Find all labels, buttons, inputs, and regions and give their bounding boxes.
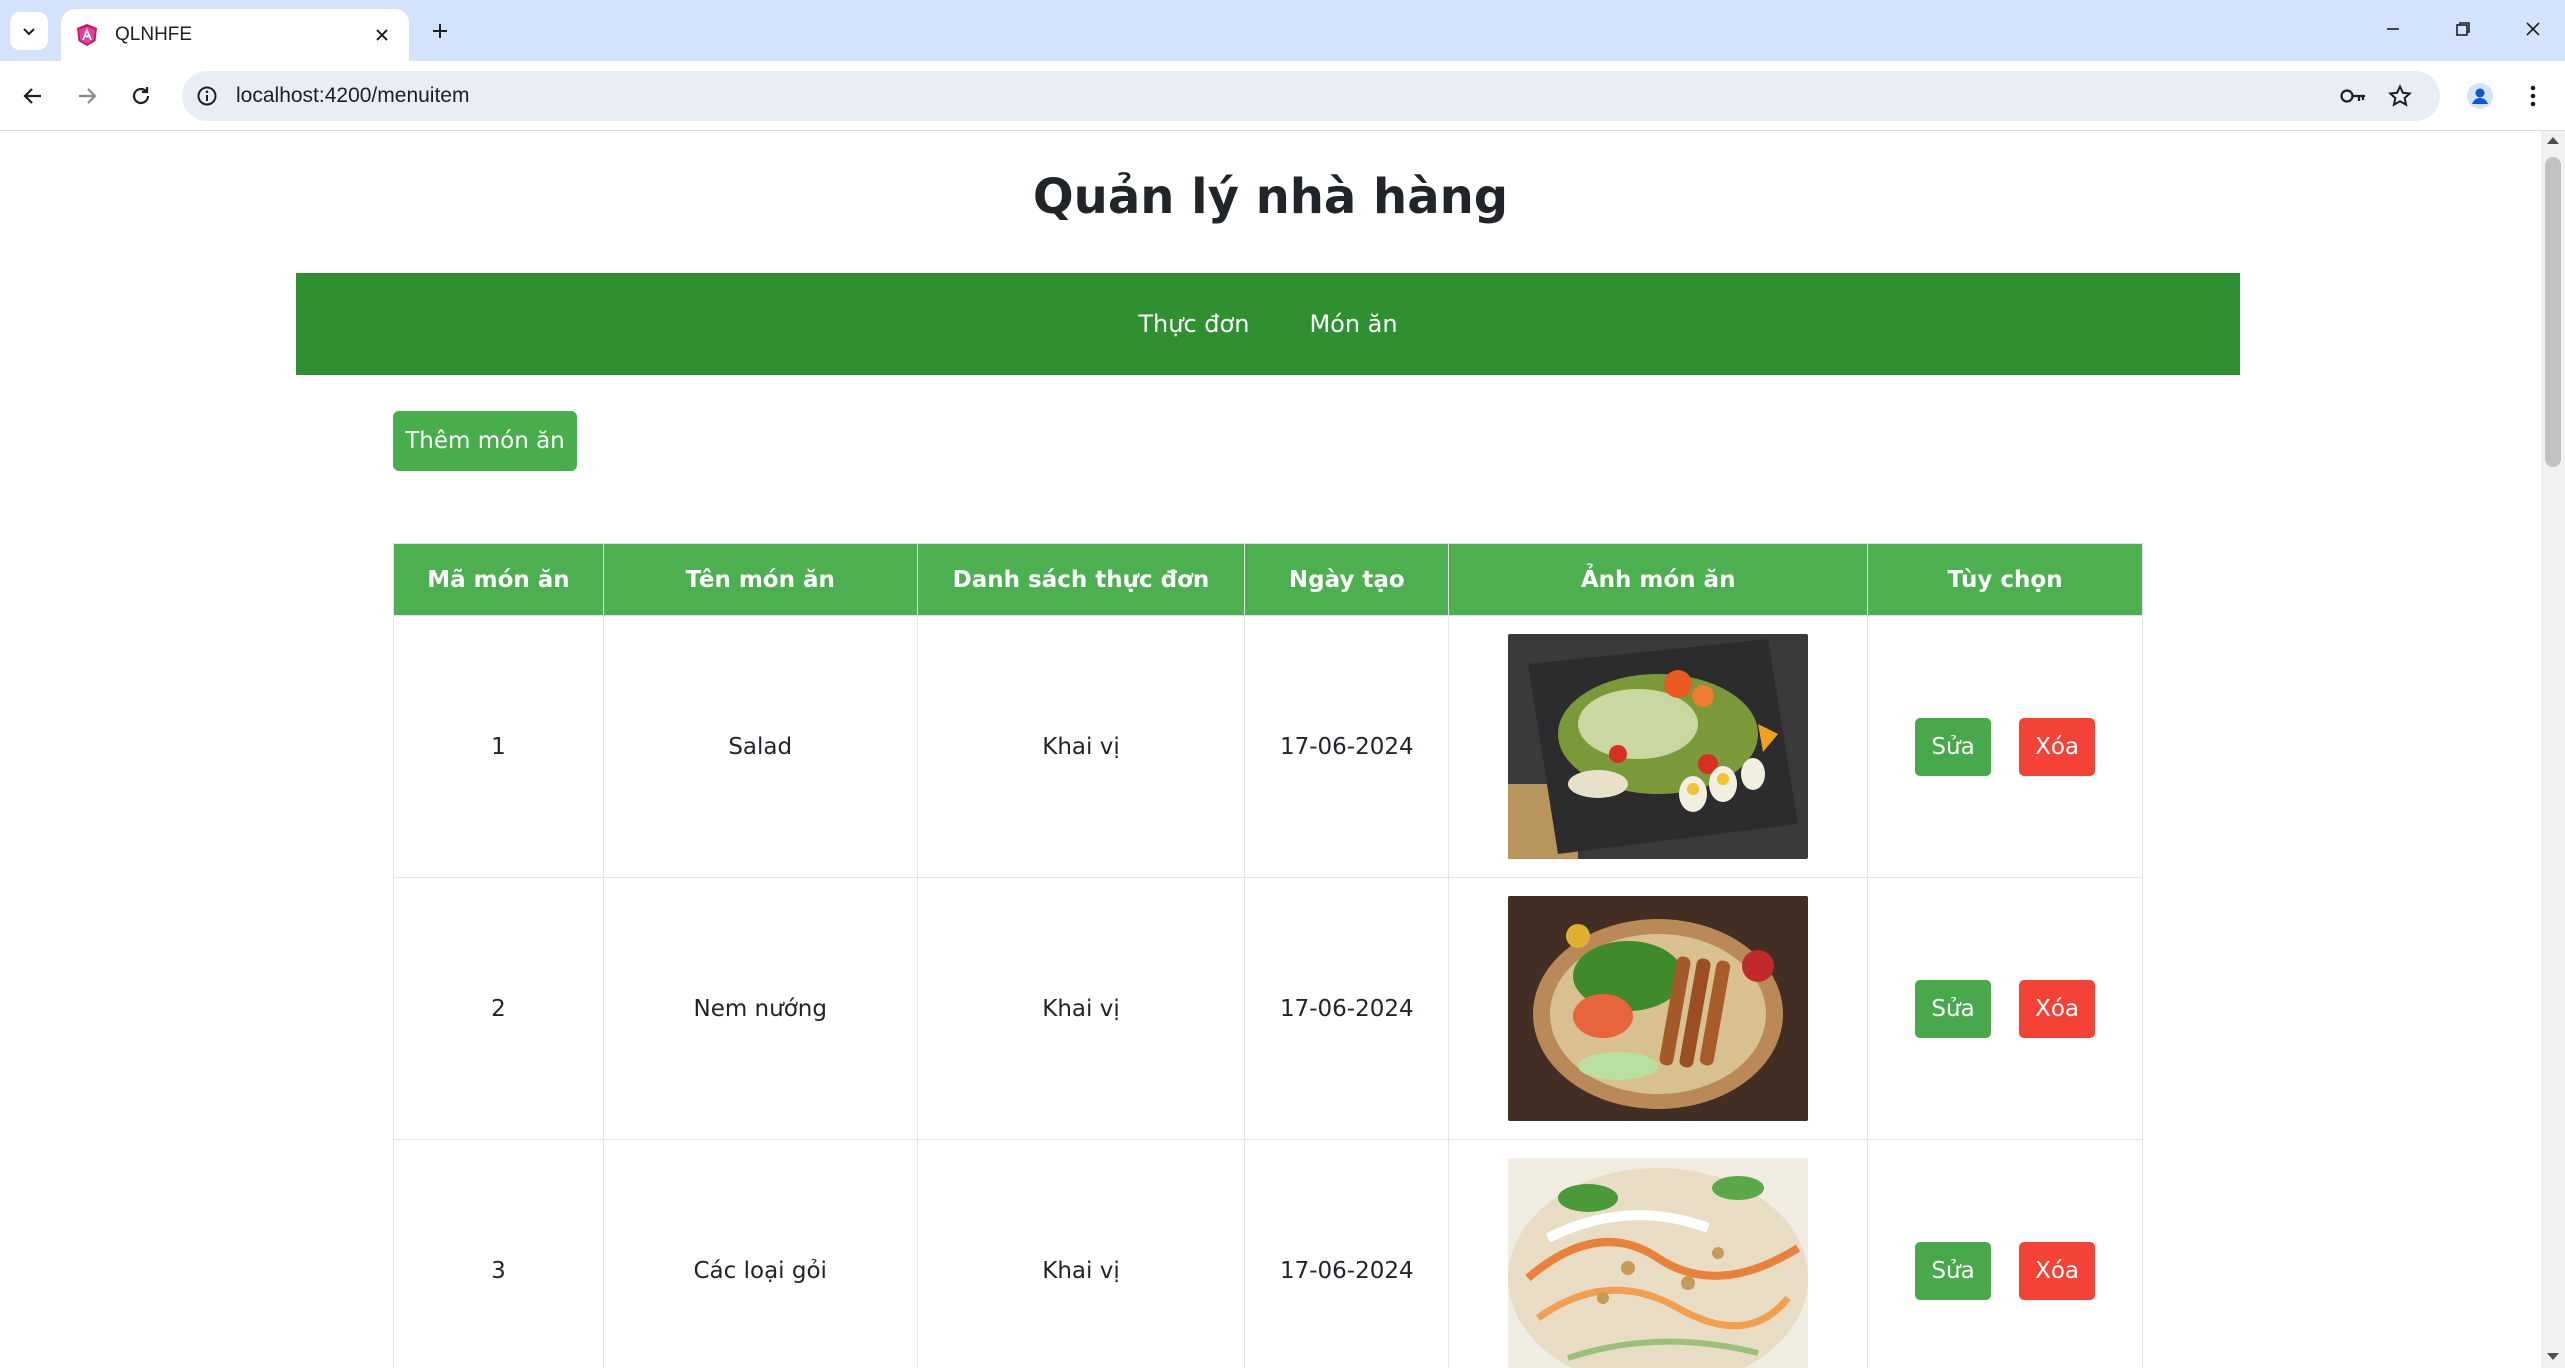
- scrollbar-thumb[interactable]: [2545, 157, 2561, 467]
- close-tab-icon[interactable]: [369, 22, 395, 48]
- key-icon[interactable]: [2338, 81, 2368, 111]
- nav-link-dishes[interactable]: Món ăn: [1309, 310, 1397, 338]
- cell-menu: Khai vị: [916, 1139, 1246, 1368]
- browser-tabstrip: QLNHFE: [0, 0, 2565, 61]
- tab-title: QLNHFE: [115, 24, 193, 45]
- page-title: Quản lý nhà hàng: [1032, 169, 1509, 225]
- header-options: Tùy chọn: [1867, 543, 2143, 616]
- header-date: Ngày tạo: [1244, 543, 1450, 616]
- delete-button[interactable]: Xóa: [2019, 979, 2096, 1038]
- cell-menu: Khai vị: [916, 877, 1246, 1140]
- close-window-icon[interactable]: [2510, 8, 2556, 50]
- more-menu-icon[interactable]: [2513, 76, 2553, 116]
- page-scrollbar[interactable]: [2541, 131, 2565, 1368]
- delete-button[interactable]: Xóa: [2019, 1241, 2096, 1300]
- cell-image: [1448, 877, 1869, 1140]
- angular-logo-icon: [77, 24, 97, 46]
- cell-actions: Sửa Xóa: [1867, 615, 2143, 878]
- cell-name: Salad: [602, 615, 918, 878]
- nav-link-menu[interactable]: Thực đơn: [1138, 310, 1249, 338]
- scroll-down-arrow-icon[interactable]: [2547, 1353, 2559, 1360]
- salad-photo: [1508, 634, 1809, 859]
- chevron-down-icon: [23, 28, 35, 36]
- cell-date: 17-06-2024: [1244, 615, 1450, 878]
- forward-arrow-icon[interactable]: [67, 76, 107, 116]
- edit-button[interactable]: Sửa: [1915, 717, 1992, 776]
- main-navbar: Thực đơn Món ăn: [296, 273, 2240, 375]
- header-name: Tên món ăn: [602, 543, 918, 616]
- bookmark-star-icon[interactable]: [2385, 81, 2415, 111]
- edit-button[interactable]: Sửa: [1915, 1241, 1992, 1300]
- cell-date: 17-06-2024: [1244, 1139, 1450, 1368]
- header-image: Ảnh món ăn: [1448, 543, 1869, 616]
- browser-tab[interactable]: QLNHFE: [61, 9, 409, 61]
- minimize-icon[interactable]: [2370, 8, 2416, 50]
- cell-id: 2: [393, 877, 604, 1140]
- table-row: 1 Salad Khai vị 17-06-2024 Sửa Xóa: [393, 615, 2143, 878]
- nem-nuong-photo: [1508, 896, 1809, 1121]
- new-tab-plus-icon[interactable]: [423, 14, 457, 48]
- delete-button[interactable]: Xóa: [2019, 717, 2096, 776]
- table-row: 2 Nem nướng Khai vị 17-06-2024 Sửa Xóa: [393, 877, 2143, 1140]
- profile-avatar-icon[interactable]: [2460, 76, 2500, 116]
- url-text[interactable]: localhost:4200/menuitem: [236, 84, 469, 108]
- reload-icon[interactable]: [121, 76, 161, 116]
- cell-actions: Sửa Xóa: [1867, 1139, 2143, 1368]
- header-id: Mã món ăn: [393, 543, 604, 616]
- site-info-icon[interactable]: [194, 83, 220, 109]
- dishes-table: Mã món ăn Tên món ăn Danh sách thực đơn …: [393, 543, 2143, 1368]
- cell-id: 1: [393, 615, 604, 878]
- cell-name: Các loại gỏi: [602, 1139, 918, 1368]
- cell-id: 3: [393, 1139, 604, 1368]
- table-header-row: Mã món ăn Tên món ăn Danh sách thực đơn …: [393, 543, 2143, 616]
- header-menu: Danh sách thực đơn: [916, 543, 1246, 616]
- restore-window-icon[interactable]: [2440, 8, 2486, 50]
- back-arrow-icon[interactable]: [13, 76, 53, 116]
- cell-image: [1448, 1139, 1869, 1368]
- address-bar[interactable]: localhost:4200/menuitem: [182, 71, 2440, 121]
- tab-search-button[interactable]: [10, 12, 48, 50]
- cell-actions: Sửa Xóa: [1867, 877, 2143, 1140]
- browser-toolbar: localhost:4200/menuitem: [0, 61, 2565, 131]
- edit-button[interactable]: Sửa: [1915, 979, 1992, 1038]
- page-viewport: Quản lý nhà hàng Thực đơn Món ăn Thêm mó…: [0, 131, 2541, 1368]
- cell-image: [1448, 615, 1869, 878]
- cell-name: Nem nướng: [602, 877, 918, 1140]
- cell-menu: Khai vị: [916, 615, 1246, 878]
- cell-date: 17-06-2024: [1244, 877, 1450, 1140]
- add-dish-button[interactable]: Thêm món ăn: [393, 411, 577, 471]
- scroll-up-arrow-icon[interactable]: [2547, 137, 2559, 144]
- goi-photo: [1508, 1158, 1809, 1368]
- table-row: 3 Các loại gỏi Khai vị 17-06-2024 Sửa Xó…: [393, 1139, 2143, 1368]
